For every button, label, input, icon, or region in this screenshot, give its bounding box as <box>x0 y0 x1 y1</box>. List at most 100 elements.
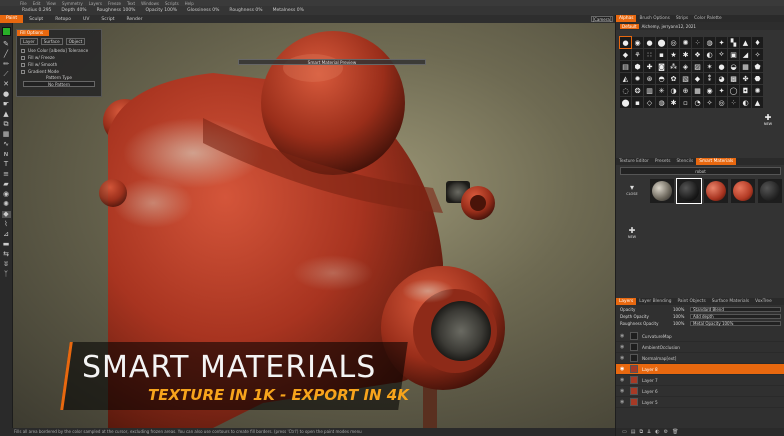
roughness-option-2[interactable]: Roughness 0% <box>229 8 262 13</box>
menu-help[interactable]: Help <box>185 1 194 6</box>
menu-view[interactable]: View <box>46 1 56 6</box>
strips-icon[interactable]: ≡ <box>2 171 11 178</box>
room-tab-retopo[interactable]: Retopo <box>49 17 77 22</box>
eye-icon[interactable]: ◉ <box>620 377 626 383</box>
roughness-option[interactable]: Roughness 100% <box>97 8 136 13</box>
menu-scripts[interactable]: Scripts <box>165 1 179 6</box>
alpha-brush-icon[interactable]: ✺ <box>752 85 763 96</box>
alpha-brush-icon[interactable]: ◢ <box>740 49 751 60</box>
duplicate-icon[interactable]: ⧉ <box>639 429 643 435</box>
alpha-brush-icon[interactable]: ✦ <box>716 85 727 96</box>
menu-text[interactable]: Text <box>127 1 135 6</box>
alpha-brush-icon[interactable]: ◙ <box>656 61 667 72</box>
layer-row[interactable]: ◉ Layer 6 <box>616 386 784 397</box>
eraser-icon[interactable]: ▰ <box>2 181 11 188</box>
room-tab-paint[interactable]: Paint <box>0 15 24 23</box>
alpha-brush-icon[interactable]: ⁘ <box>728 97 739 108</box>
alpha-brush-icon[interactable]: ◒ <box>728 61 739 72</box>
tab-layers[interactable]: Layers <box>616 298 637 305</box>
tab-strips[interactable]: Strips <box>673 16 691 21</box>
radius-option[interactable]: Radius 0.295 <box>22 8 51 13</box>
alpha-brush-icon[interactable]: ▪ <box>656 49 667 60</box>
tab-presets[interactable]: Presets <box>652 159 674 164</box>
alpha-brush-icon[interactable]: ◆ <box>620 49 631 60</box>
symmetry-icon[interactable]: ⇆ <box>2 251 11 258</box>
alpha-brush-icon[interactable]: ✧ <box>704 97 715 108</box>
alpha-brush-icon[interactable]: ◯ <box>728 85 739 96</box>
alpha-brush-icon[interactable]: ◇ <box>644 97 655 108</box>
alpha-brush-icon[interactable]: ▫ <box>680 97 691 108</box>
clone-icon[interactable]: ⧉ <box>2 121 11 128</box>
menu-freeze[interactable]: Freeze <box>108 1 121 6</box>
checkbox-icon[interactable] <box>21 55 25 60</box>
text-icon[interactable]: T <box>2 161 11 168</box>
spike-icon[interactable]: ᛉ <box>2 271 11 278</box>
cross-icon[interactable]: ✕ <box>2 81 11 88</box>
layer-row[interactable]: ◉ Normalmap[ext] <box>616 353 784 364</box>
alpha-set-default[interactable]: Default <box>620 23 639 29</box>
alpha-brush-icon[interactable]: ▦ <box>692 85 703 96</box>
eye-icon[interactable]: ◉ <box>620 399 626 405</box>
alpha-brush-icon[interactable]: ◍ <box>704 37 715 48</box>
alpha-brush-icon[interactable]: ◎ <box>716 97 727 108</box>
fill-tab-object[interactable]: Object <box>65 38 86 45</box>
layer-row[interactable]: ◉ CurvatureMap <box>616 331 784 342</box>
alpha-brush-icon[interactable]: ◎ <box>668 37 679 48</box>
alpha-brush-icon[interactable]: ⁑ <box>704 73 715 84</box>
alpha-brush-icon[interactable]: ❖ <box>692 49 703 60</box>
alpha-brush-icon[interactable]: ▦ <box>740 61 751 72</box>
blur-icon[interactable]: ✺ <box>2 201 11 208</box>
tab-smart-materials[interactable]: Smart Materials <box>696 158 737 165</box>
alpha-brush-icon[interactable]: ⬤ <box>620 97 631 108</box>
alpha-brush-icon[interactable]: ▥ <box>644 85 655 96</box>
mask-icon[interactable]: ◐ <box>655 429 659 435</box>
room-tab-uv[interactable]: UV <box>77 17 95 22</box>
layer-row[interactable]: ◉ Layer 5 <box>616 397 784 408</box>
new-layer-icon[interactable]: ▭ <box>622 429 627 435</box>
depth-opacity-row[interactable]: Depth Opacity 100% Add depth <box>620 313 781 320</box>
tab-color-palette[interactable]: Color Palette <box>691 16 724 21</box>
alpha-brush-icon[interactable]: ⊕ <box>680 85 691 96</box>
alpha-brush-icon[interactable]: ▚ <box>728 37 739 48</box>
alpha-brush-icon[interactable]: ⟡ <box>716 49 727 60</box>
alpha-brush-icon[interactable]: ∷ <box>644 49 655 60</box>
smart-material-slot[interactable] <box>758 179 782 203</box>
layer-row-selected[interactable]: ◉ Layer 8 <box>616 364 784 375</box>
checkbox-icon[interactable] <box>21 62 25 67</box>
alpha-brush-icon[interactable]: ▲ <box>740 37 751 48</box>
merge-icon[interactable]: ⇊ <box>647 429 651 435</box>
alpha-brush-icon[interactable]: ⁂ <box>668 61 679 72</box>
alpha-brush-icon[interactable]: ▣ <box>728 49 739 60</box>
alpha-brush-icon[interactable]: ● <box>619 36 632 49</box>
brush-icon[interactable]: ✎ <box>2 41 11 48</box>
wings-icon[interactable]: ʬ <box>2 261 11 268</box>
alpha-brush-icon[interactable]: ✶ <box>704 61 715 72</box>
alpha-brush-icon[interactable]: ▧ <box>680 73 691 84</box>
eye-tool-icon[interactable]: ◉ <box>2 191 11 198</box>
alpha-brush-icon[interactable]: ✺ <box>680 37 691 48</box>
camera-select[interactable]: [Camera] <box>591 16 613 22</box>
alpha-brush-icon[interactable]: ✱ <box>680 49 691 60</box>
alpha-brush-icon[interactable]: ◌ <box>620 85 631 96</box>
tab-stencils[interactable]: Stencils <box>673 159 696 164</box>
gradient-mode-option[interactable]: Gradient Mode <box>17 68 101 75</box>
checkbox-icon[interactable] <box>21 69 25 74</box>
alpha-brush-icon[interactable]: ✳ <box>656 85 667 96</box>
fill-tab-layer[interactable]: Layer <box>20 38 38 45</box>
alpha-brush-icon[interactable]: ♦ <box>752 37 763 48</box>
room-tab-script[interactable]: Script <box>95 17 120 22</box>
alpha-brush-icon[interactable]: ⬣ <box>752 73 763 84</box>
alpha-brush-icon[interactable]: ◉ <box>704 85 715 96</box>
primary-color-swatch[interactable] <box>1 27 11 36</box>
alpha-brush-icon[interactable]: ▲ <box>752 97 763 108</box>
alpha-brush-icon[interactable]: ✧ <box>752 49 763 60</box>
menu-windows[interactable]: Windows <box>141 1 159 6</box>
alpha-brush-icon[interactable]: ✦ <box>716 37 727 48</box>
tab-texture-editor[interactable]: Texture Editor <box>616 159 652 164</box>
alpha-brush-icon[interactable]: ◘ <box>740 85 751 96</box>
depth-option[interactable]: Depth 40% <box>61 8 86 13</box>
alpha-brush-icon[interactable]: ❂ <box>632 85 643 96</box>
alpha-brush-icon[interactable]: ▤ <box>620 61 631 72</box>
pattern-icon[interactable]: ▦ <box>2 131 11 138</box>
delete-icon[interactable]: 🗑 <box>672 429 678 435</box>
